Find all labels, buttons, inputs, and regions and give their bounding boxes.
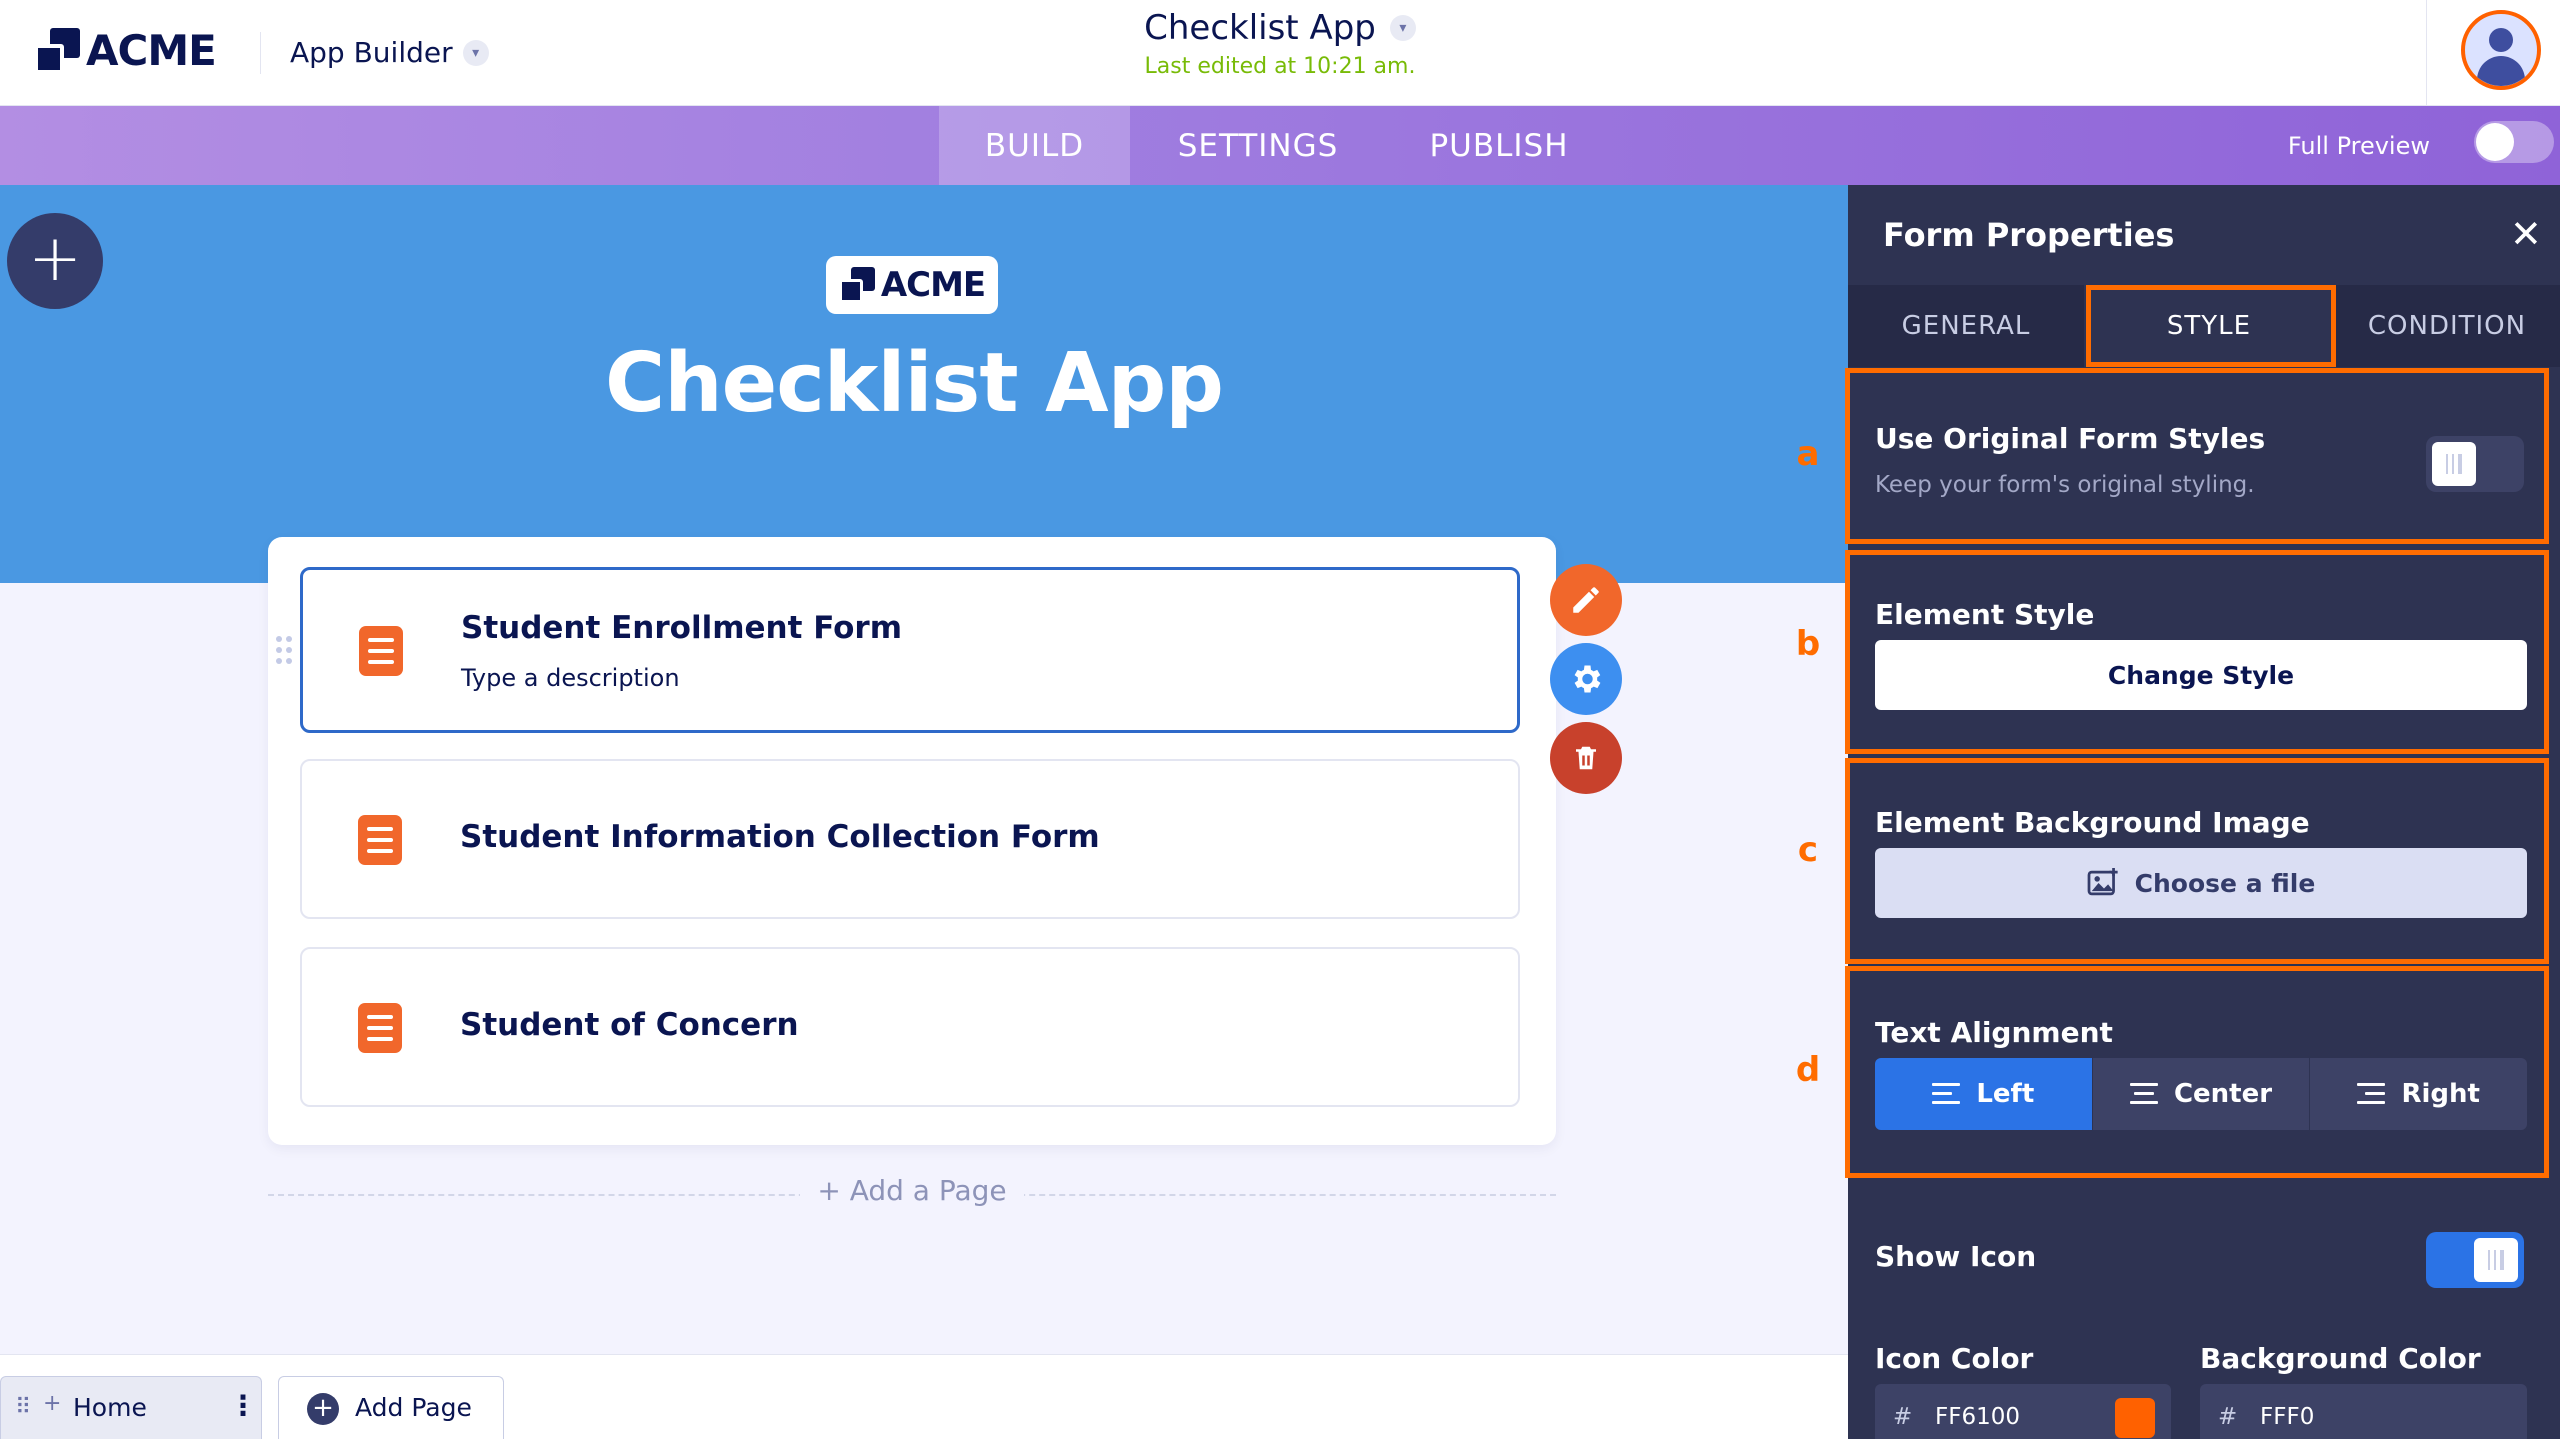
chevron-down-icon: ▾ (462, 39, 489, 66)
trash-icon (1576, 746, 1596, 770)
builder-nav: BUILD SETTINGS PUBLISH Full Preview (0, 106, 2560, 185)
user-area (2426, 0, 2560, 106)
app-title-block: Checklist App ▾ Last edited at 10:21 am. (1100, 8, 1460, 79)
icon-color-label: Icon Color (1875, 1342, 2034, 1375)
background-color-value: FFF0 (2260, 1404, 2315, 1430)
text-alignment-title: Text Alignment (1875, 1016, 2113, 1049)
list-item[interactable]: Student Enrollment Form Type a descripti… (300, 567, 1520, 733)
icon-color-field[interactable]: # FF6100 (1875, 1384, 2171, 1439)
choose-file-button[interactable]: Choose a file (1875, 848, 2527, 918)
drag-handle-icon[interactable] (276, 636, 294, 666)
align-center-label: Center (2173, 1079, 2273, 1109)
pencil-icon (1573, 587, 1599, 613)
image-upload-icon (2087, 868, 2118, 896)
app-logo[interactable]: ACME (826, 256, 998, 314)
background-image-title: Element Background Image (1875, 806, 2310, 839)
align-right-label: Right (2401, 1079, 2480, 1109)
align-left-icon (1932, 1083, 1961, 1105)
last-edited-status: Last edited at 10:21 am. (1144, 54, 1416, 79)
close-icon[interactable]: ✕ (2510, 212, 2542, 256)
tab-condition[interactable]: CONDITION (2334, 285, 2560, 367)
app-logo-text: ACME (880, 265, 986, 305)
item-title: Student of Concern (460, 1007, 799, 1043)
align-left-button[interactable]: Left (1875, 1058, 2092, 1130)
tab-settings[interactable]: SETTINGS (1130, 106, 1386, 185)
list-item[interactable]: Student Information Collection Form (300, 759, 1520, 919)
home-plus-icon: + (43, 1391, 62, 1416)
annotation-c: c (1797, 830, 1819, 870)
original-styles-toggle[interactable] (2426, 436, 2524, 492)
app-builder-menu[interactable]: App Builder ▾ (290, 36, 489, 69)
item-title: Student Enrollment Form (461, 610, 903, 646)
icon-color-swatch[interactable] (2115, 1398, 2155, 1438)
app-builder-label: App Builder (290, 36, 453, 69)
annotation-a: a (1796, 434, 1820, 474)
align-left-label: Left (1976, 1079, 2035, 1109)
annotation-d: d (1795, 1050, 1821, 1090)
background-color-label: Background Color (2200, 1342, 2481, 1375)
header-divider (260, 32, 261, 74)
home-tab-label: Home (73, 1393, 147, 1422)
more-options-icon[interactable]: ⋮ (229, 1389, 257, 1422)
align-right-button[interactable]: Right (2309, 1058, 2527, 1130)
drag-handle-icon[interactable]: ⠿ (15, 1395, 31, 1420)
logo-mark-icon (838, 267, 875, 303)
panel-title: Form Properties (1883, 216, 2175, 254)
tab-general[interactable]: GENERAL (1848, 285, 2084, 367)
form-icon (358, 1003, 402, 1053)
annotation-b: b (1795, 624, 1821, 664)
user-avatar[interactable] (2461, 10, 2541, 90)
hash-symbol: # (2218, 1404, 2238, 1430)
align-center-button[interactable]: Center (2091, 1058, 2310, 1130)
form-icon (358, 815, 402, 865)
list-item[interactable]: Student of Concern (300, 947, 1520, 1107)
align-center-icon (2129, 1083, 2158, 1105)
delete-item-button[interactable] (1550, 722, 1622, 794)
original-styles-subtitle: Keep your form's original styling. (1875, 472, 2255, 498)
add-element-button[interactable]: + (7, 213, 103, 309)
app-title[interactable]: Checklist App (1144, 8, 1376, 48)
logo-mark-icon (34, 27, 80, 74)
show-icon-title: Show Icon (1875, 1240, 2037, 1273)
edit-item-button[interactable] (1550, 564, 1622, 636)
add-a-page-link[interactable]: + Add a Page (800, 1174, 1024, 1207)
original-styles-title: Use Original Form Styles (1875, 422, 2266, 455)
align-right-icon (2357, 1083, 2386, 1105)
text-alignment-group: Left Center Right (1875, 1058, 2527, 1130)
show-icon-toggle[interactable] (2426, 1232, 2524, 1288)
acme-logo[interactable]: ACME (34, 26, 217, 75)
page-tab-home[interactable]: ⠿ + Home ⋮ (0, 1376, 262, 1439)
add-page-label: Add Page (355, 1393, 472, 1422)
full-preview-label: Full Preview (2287, 132, 2430, 160)
top-header: ACME App Builder ▾ Checklist App ▾ Last … (0, 0, 2560, 106)
icon-color-value: FF6100 (1935, 1404, 2020, 1430)
hash-symbol: # (1893, 1404, 1913, 1430)
form-icon (359, 626, 403, 676)
item-settings-button[interactable] (1550, 643, 1622, 715)
background-color-field[interactable]: # FFF0 (2200, 1384, 2527, 1439)
forms-list-card: Student Enrollment Form Type a descripti… (268, 537, 1556, 1145)
chevron-down-icon[interactable]: ▾ (1389, 15, 1416, 41)
full-preview-toggle[interactable] (2474, 121, 2554, 163)
app-hero-title[interactable]: Checklist App (560, 336, 1268, 431)
highlight-style-tab (2086, 285, 2336, 367)
item-title: Student Information Collection Form (460, 819, 1100, 855)
brand-name: ACME (86, 26, 217, 75)
tab-publish[interactable]: PUBLISH (1386, 106, 1612, 185)
gear-icon (1574, 665, 1601, 693)
tab-build[interactable]: BUILD (939, 106, 1130, 185)
item-description[interactable]: Type a description (461, 664, 680, 692)
plus-circle-icon: + (307, 1393, 339, 1425)
change-style-button[interactable]: Change Style (1875, 640, 2527, 710)
choose-file-label: Choose a file (2134, 868, 2316, 898)
element-style-title: Element Style (1875, 598, 2095, 631)
add-page-button[interactable]: + Add Page (278, 1376, 504, 1439)
